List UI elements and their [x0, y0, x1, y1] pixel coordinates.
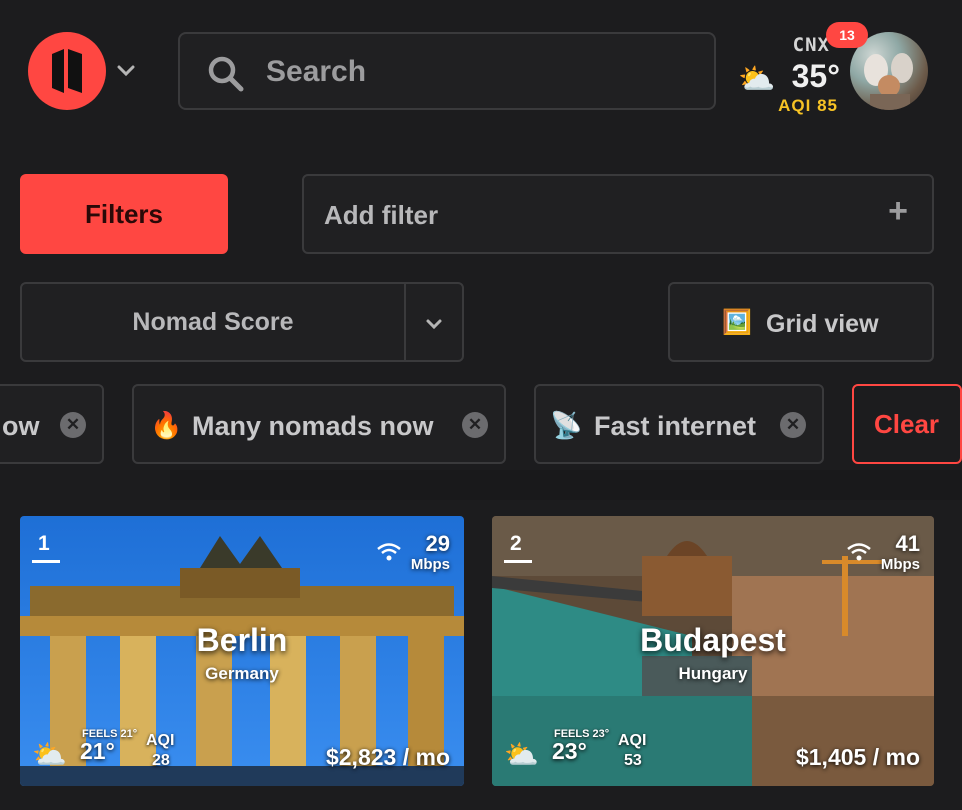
city-name: Berlin: [196, 622, 288, 658]
remove-chip-icon[interactable]: ✕: [780, 412, 806, 438]
speed-value: 29: [425, 531, 450, 556]
aqi-label: AQI: [146, 732, 175, 749]
rank-number: 1: [38, 532, 50, 555]
chip-label: Fast internet: [594, 411, 757, 441]
sort-label: Nomad Score: [132, 308, 294, 336]
location-aqi: AQI 85: [762, 96, 838, 116]
remove-chip-icon[interactable]: ✕: [60, 412, 86, 438]
filter-chip[interactable]: ow ✕: [0, 384, 104, 464]
remove-chip-icon[interactable]: ✕: [462, 412, 488, 438]
location-temperature: 35°: [791, 58, 840, 94]
grid-view-label: Grid view: [766, 310, 879, 338]
aqi-label: AQI: [618, 732, 647, 749]
divider: [404, 284, 406, 360]
filters-button[interactable]: Filters: [20, 174, 228, 254]
temperature: 23°: [552, 738, 587, 764]
monthly-cost: $1,405 / mo: [795, 744, 920, 770]
speed-unit: Mbps: [880, 556, 920, 573]
filter-chip[interactable]: 🔥 Many nomads now ✕: [132, 384, 506, 464]
scroll-shadow: [170, 470, 962, 500]
fire-icon: 🔥: [150, 410, 183, 440]
country-name: Hungary: [678, 664, 748, 683]
city-card[interactable]: 2 41 Mbps Budapest Hungary ⛅ FEELS 23° 2…: [492, 516, 934, 786]
cloud-sun-icon: ⛅: [32, 739, 67, 770]
monthly-cost: $2,823 / mo: [325, 744, 450, 770]
city-name: Budapest: [640, 622, 786, 658]
plus-icon: +: [888, 192, 908, 230]
temperature: 21°: [80, 738, 115, 764]
search-input[interactable]: [264, 48, 688, 96]
speed-value: 41: [895, 531, 920, 556]
rank-underline: [504, 560, 532, 563]
wifi-icon: [377, 543, 401, 561]
satellite-dish-icon: 📡: [550, 410, 583, 440]
speed-unit: Mbps: [410, 556, 450, 573]
add-filter-button[interactable]: Add filter +: [302, 174, 934, 254]
wifi-icon: [847, 543, 871, 561]
cloud-sun-icon: ⛅: [504, 739, 539, 770]
chip-label: ow: [2, 411, 40, 441]
chevron-down-icon[interactable]: [114, 58, 138, 82]
aqi-label: AQI: [778, 96, 812, 115]
city-card[interactable]: 1 29 Mbps Berlin Germany ⛅ FEELS 21° 21°…: [20, 516, 464, 786]
add-filter-label: Add filter: [324, 200, 439, 230]
aqi-value: 53: [624, 752, 642, 769]
rank-number: 2: [510, 532, 522, 555]
grid-view-button[interactable]: 🖼️ Grid view: [668, 282, 934, 362]
search-bar[interactable]: [178, 32, 716, 110]
chip-label: Many nomads now: [192, 411, 434, 441]
clear-filters-button[interactable]: Clear: [852, 384, 962, 464]
sort-select[interactable]: Nomad Score: [20, 282, 464, 362]
filter-chip[interactable]: 📡 Fast internet ✕: [534, 384, 824, 464]
picture-icon: 🖼️: [722, 309, 752, 336]
notification-badge[interactable]: 13: [826, 22, 868, 48]
country-name: Germany: [205, 664, 279, 683]
aqi-value: 28: [152, 752, 170, 769]
logo[interactable]: [28, 32, 106, 110]
rank-underline: [32, 560, 60, 563]
internet-speed: 29 Mbps: [410, 531, 450, 574]
location-code: CNX: [792, 34, 830, 56]
internet-speed: 41 Mbps: [880, 531, 920, 574]
map-logo-icon: [52, 49, 82, 93]
aqi-value: 85: [817, 96, 838, 115]
search-icon: [208, 56, 244, 92]
chevron-down-icon[interactable]: [422, 312, 446, 336]
